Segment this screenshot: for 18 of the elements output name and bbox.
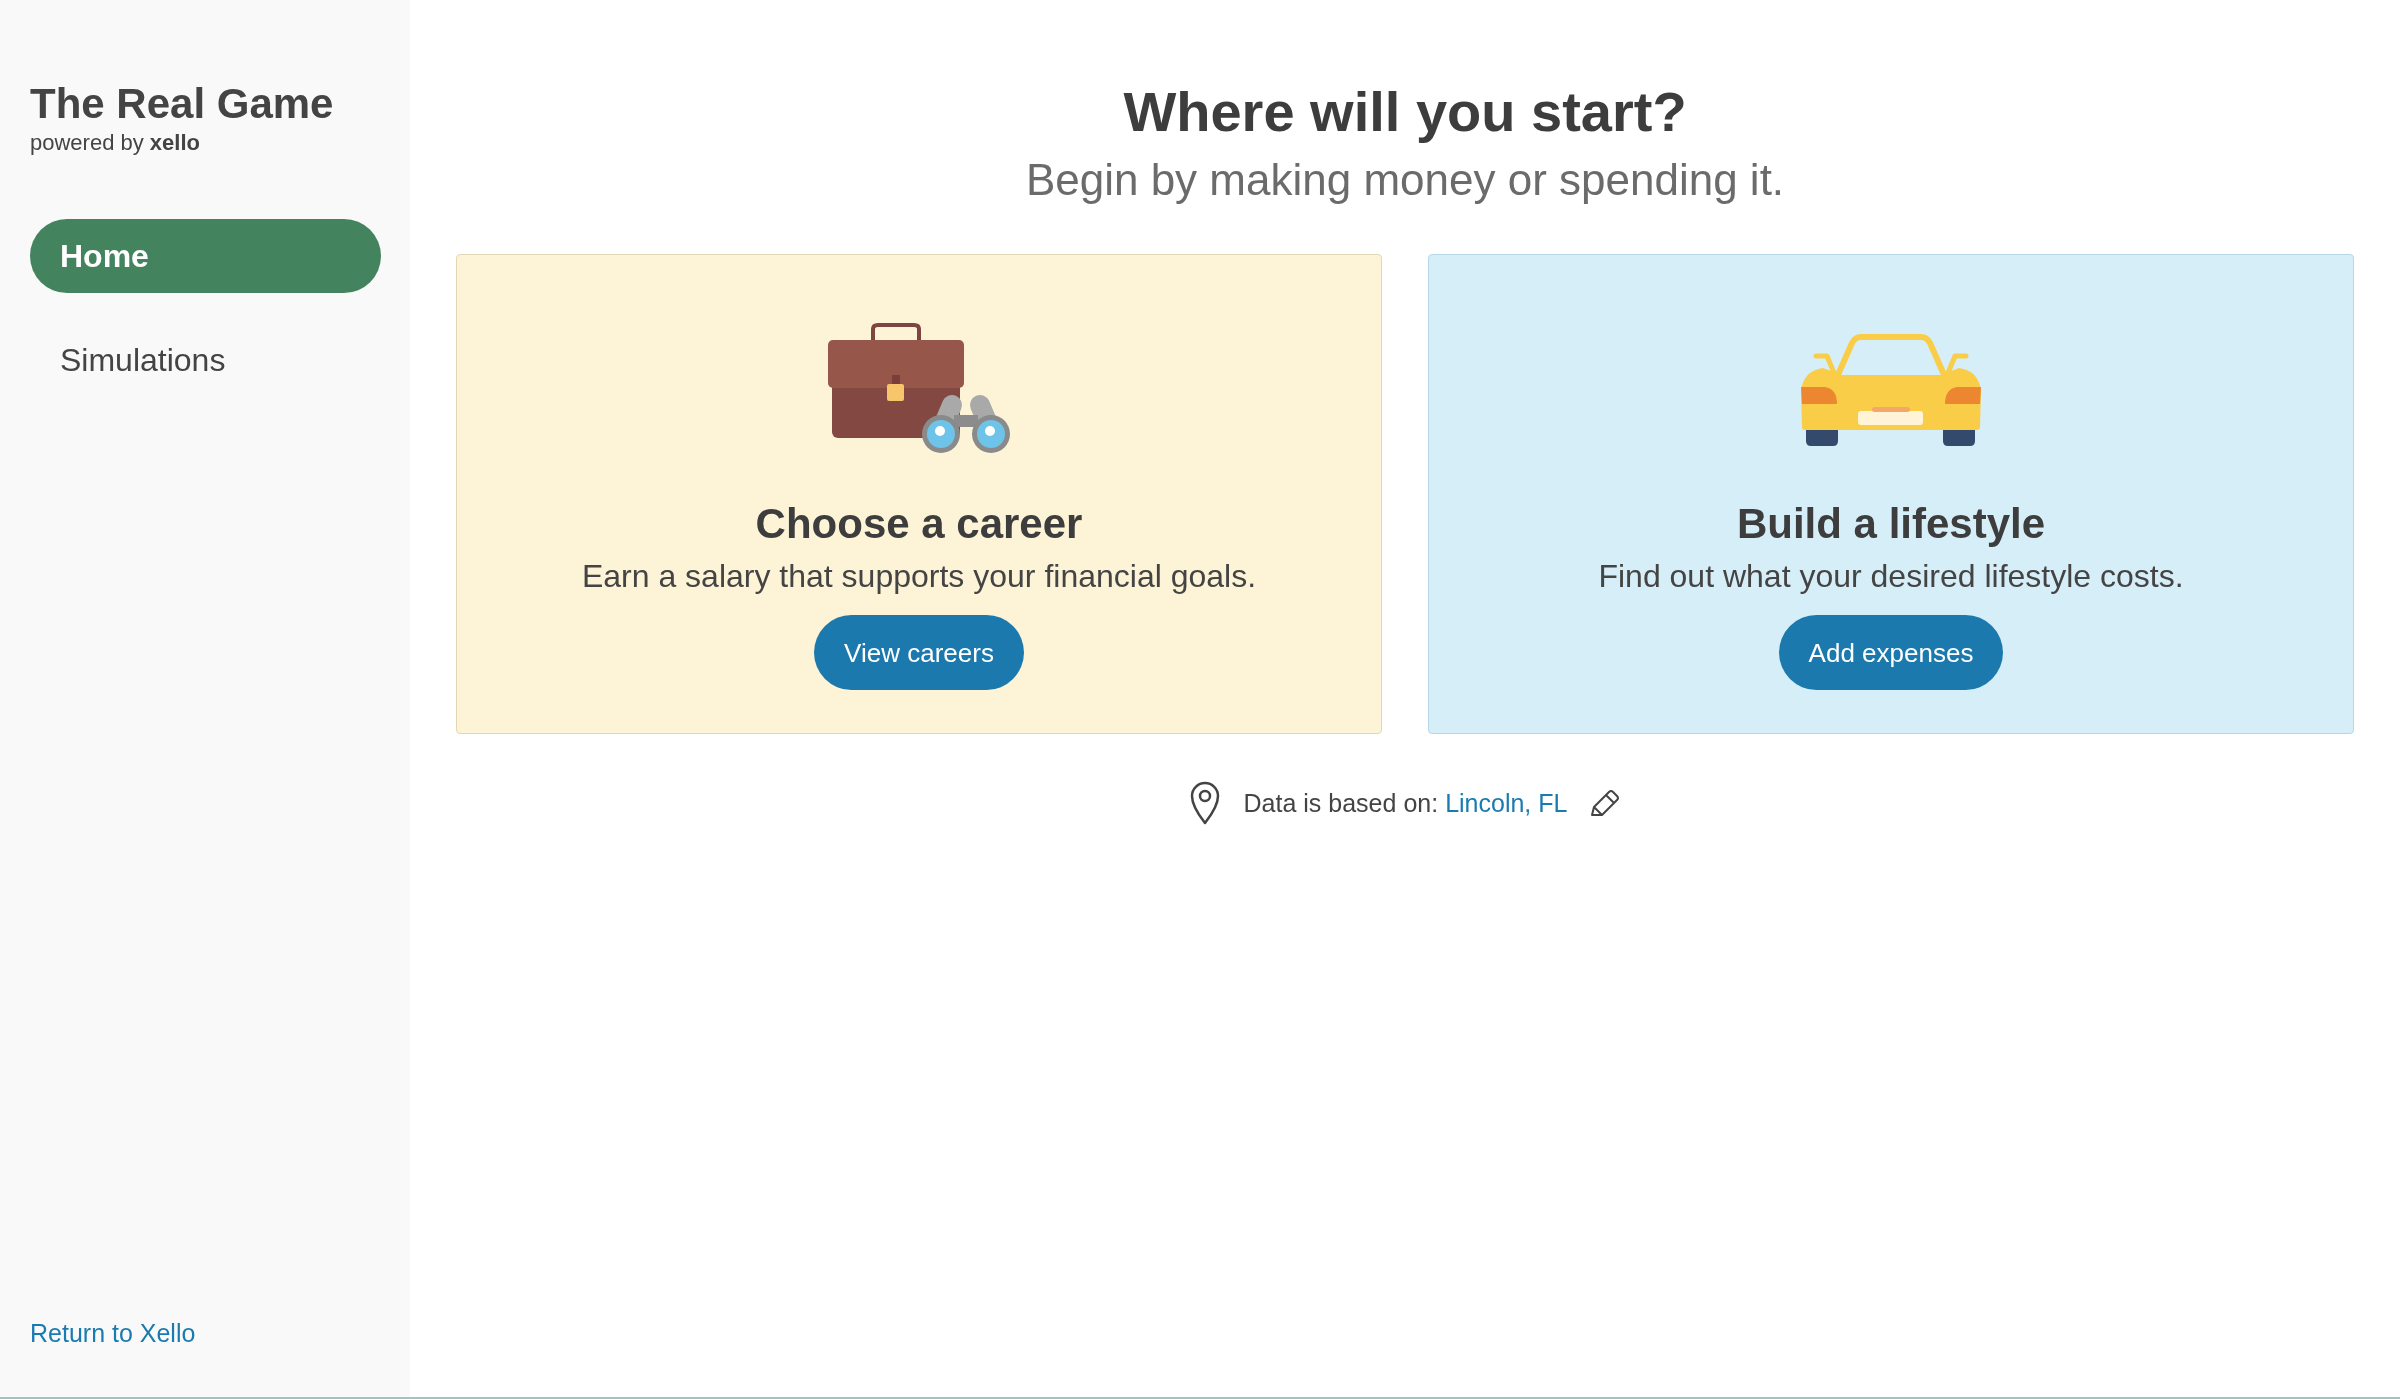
- card-title: Build a lifestyle: [1736, 503, 2046, 545]
- card-title: Choose a career: [755, 503, 1083, 545]
- location-pin-icon: [1189, 781, 1220, 825]
- nav-item[interactable]: Simulations: [30, 323, 381, 397]
- briefcase-binoculars-icon: [828, 323, 1010, 455]
- location-link[interactable]: Lincoln, FL: [1445, 790, 1568, 816]
- powered-by-text: powered by xello: [30, 132, 200, 154]
- app-title: The Real Game: [30, 83, 334, 125]
- return-link[interactable]: Return to Xello: [30, 1321, 196, 1346]
- action-button[interactable]: Add expenses: [1778, 615, 2004, 690]
- action-button[interactable]: View careers: [814, 615, 1024, 690]
- nav-item[interactable]: Home: [30, 219, 381, 293]
- location-label: Data is based on:: [1243, 790, 1439, 816]
- card-description: Earn a salary that supports your financial goals.: [581, 560, 1257, 592]
- car-icon: [1801, 332, 1981, 446]
- card-description: Find out what your desired lifestyle costs.: [1598, 560, 2184, 592]
- pencil-icon[interactable]: [1590, 789, 1621, 817]
- page-subheading: Begin by making money or spending it.: [1025, 158, 1785, 202]
